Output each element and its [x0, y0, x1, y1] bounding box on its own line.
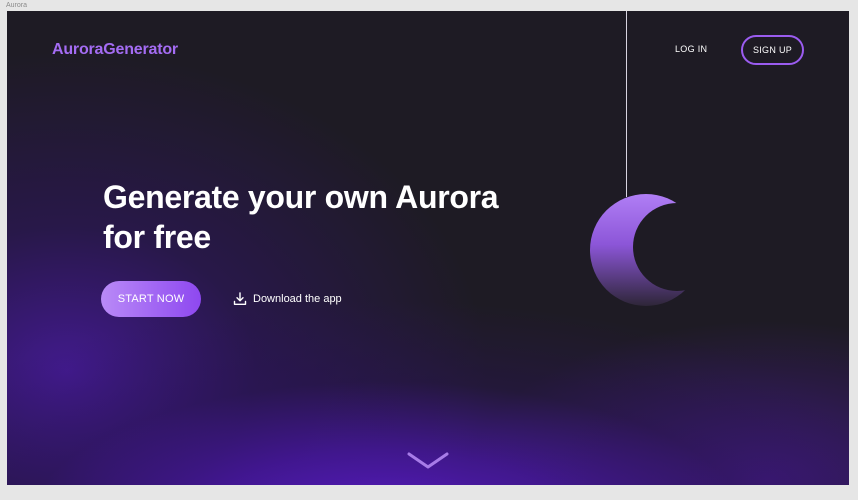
- download-app-link[interactable]: Download the app: [233, 292, 342, 306]
- login-link[interactable]: LOG IN: [675, 44, 707, 54]
- signup-button-label: SIGN UP: [752, 45, 793, 55]
- download-icon: [233, 292, 247, 306]
- signup-button[interactable]: SIGN UP: [741, 35, 804, 65]
- hero-headline-line-2: for free: [103, 219, 211, 255]
- landing-page: AuroraGenerator LOG IN SIGN UP Generate …: [7, 11, 849, 485]
- start-now-label: START NOW: [117, 293, 185, 305]
- download-app-label: Download the app: [253, 293, 342, 305]
- start-now-button[interactable]: START NOW: [101, 281, 201, 317]
- hero-headline: Generate your own Aurora for free: [103, 177, 523, 257]
- moon-string: [626, 11, 627, 197]
- brand-logo[interactable]: AuroraGenerator: [52, 41, 178, 59]
- chevron-down-icon[interactable]: [406, 451, 450, 471]
- hero-headline-line-1: Generate your own Aurora: [103, 179, 499, 215]
- crescent-moon-icon: [589, 193, 705, 309]
- frame-title: Aurora: [6, 2, 28, 9]
